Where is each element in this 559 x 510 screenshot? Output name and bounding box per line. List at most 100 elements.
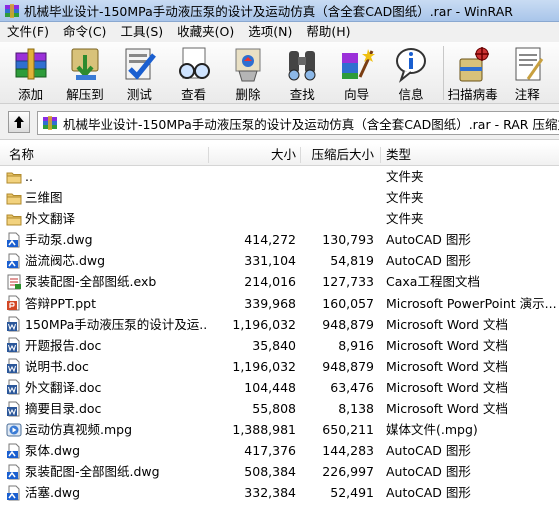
menu-favorites[interactable]: 收藏夹(O) — [170, 22, 241, 42]
find-button[interactable]: 查找 — [280, 42, 325, 103]
dwg-file-icon — [7, 464, 20, 480]
file-name-cell[interactable]: 泵装配图-全部图纸.dwg — [6, 461, 206, 482]
file-packed-size: 52,491 — [330, 485, 374, 501]
menu-help[interactable]: 帮助(H) — [299, 22, 357, 42]
column-header-size[interactable]: 大小 — [210, 144, 296, 166]
wizard-button[interactable]: 向导 — [334, 42, 379, 103]
file-size: 1,196,032 — [232, 316, 296, 332]
find-button-label: 查找 — [289, 87, 315, 102]
file-name-cell[interactable]: 泵体.dwg — [6, 440, 206, 461]
virus-button-label: 扫描病毒 — [447, 87, 498, 102]
file-packed-size: 8,138 — [338, 401, 374, 417]
column-header-name[interactable]: 名称 — [9, 144, 34, 166]
file-row[interactable]: 活塞.dwg 332,384 52,491 AutoCAD 图形 — [0, 482, 559, 503]
file-row[interactable]: .. 文件夹 — [0, 166, 559, 187]
file-name: 三维图 — [25, 190, 63, 206]
dwg-file-icon — [7, 253, 20, 269]
extract-button[interactable]: 解压到 — [62, 42, 107, 103]
file-row[interactable]: 外文翻译.doc 104,448 63,476 Microsoft Word 文档 — [0, 377, 559, 398]
view-button-label: 查看 — [181, 87, 207, 102]
file-row[interactable]: 泵装配图-全部图纸.exb 214,016 127,733 Caxa工程图文档 — [0, 271, 559, 292]
file-type: 文件夹 — [386, 190, 424, 206]
file-size: 35,840 — [252, 337, 296, 353]
file-type: 媒体文件(.mpg) — [386, 422, 478, 438]
file-name-cell[interactable]: 活塞.dwg — [6, 482, 206, 503]
file-size: 1,196,032 — [232, 358, 296, 374]
winrar-app-icon[interactable] — [4, 3, 20, 19]
column-divider[interactable] — [380, 147, 381, 163]
view-button[interactable]: 查看 — [171, 42, 216, 103]
file-name-cell[interactable]: 手动泵.dwg — [6, 229, 206, 250]
folder-file-icon — [6, 172, 22, 183]
file-name-cell[interactable]: 开题报告.doc — [6, 335, 206, 356]
file-row[interactable]: 150MPa手动液压泵的设计及运... 1,196,032 948,879 Micro… — [0, 314, 559, 335]
file-packed-size: 63,476 — [330, 379, 374, 395]
add-button[interactable]: 添加 — [8, 42, 53, 103]
file-packed-size: 8,916 — [338, 337, 374, 353]
file-name: 泵装配图-全部图纸.dwg — [25, 464, 160, 480]
file-name-cell[interactable]: 泵装配图-全部图纸.exb — [6, 271, 206, 292]
file-size: 214,016 — [244, 274, 296, 290]
up-arrow-icon — [14, 115, 24, 128]
file-row[interactable]: 开题报告.doc 35,840 8,916 Microsoft Word 文档 — [0, 335, 559, 356]
file-row[interactable]: 说明书.doc 1,196,032 948,879 Microsoft Word 文档 — [0, 356, 559, 377]
file-type: AutoCAD 图形 — [386, 232, 471, 248]
title-bar: 机械毕业设计-150MPa手动液压泵的设计及运动仿真（含全套CAD图纸）.rar… — [0, 0, 559, 22]
up-one-level-button[interactable] — [8, 110, 30, 133]
comment-button[interactable]: 注释 — [505, 42, 550, 103]
file-size: 1,388,981 — [232, 422, 296, 438]
file-name: 溢流阀芯.dwg — [25, 253, 106, 269]
file-row[interactable]: 答辩PPT.ppt 339,968 160,057 Microsoft PowerPo… — [0, 293, 559, 314]
file-name: 开题报告.doc — [25, 337, 102, 353]
test-button[interactable]: 测试 — [117, 42, 162, 103]
file-name-cell[interactable]: 外文翻译 — [6, 208, 206, 229]
menu-commands[interactable]: 命令(C) — [56, 22, 113, 42]
file-type: Caxa工程图文档 — [386, 274, 480, 290]
file-name-cell[interactable]: 答辩PPT.ppt — [6, 293, 206, 314]
file-type: 文件夹 — [386, 169, 424, 184]
file-row[interactable]: 泵装配图-全部图纸.dwg 508,384 226,997 AutoCAD 图形 — [0, 461, 559, 482]
file-name-cell[interactable]: 外文翻译.doc — [6, 377, 206, 398]
menu-tools[interactable]: 工具(S) — [113, 22, 170, 42]
menu-file[interactable]: 文件(F) — [0, 22, 56, 42]
file-size: 55,808 — [252, 401, 296, 417]
file-row[interactable]: 三维图 文件夹 — [0, 187, 559, 208]
file-type: AutoCAD 图形 — [386, 443, 471, 459]
file-row[interactable]: 摘要目录.doc 55,808 8,138 Microsoft Word 文档 — [0, 398, 559, 419]
file-type: Microsoft PowerPoint 演示... — [386, 295, 557, 311]
column-header-type[interactable]: 类型 — [386, 144, 411, 166]
file-name: 摘要目录.doc — [25, 401, 102, 417]
file-packed-size: 130,793 — [322, 232, 374, 248]
file-name-cell[interactable]: 150MPa手动液压泵的设计及运... — [6, 314, 206, 335]
file-row[interactable]: 外文翻译 文件夹 — [0, 208, 559, 229]
folder-file-icon — [6, 193, 22, 205]
file-name-cell[interactable]: 三维图 — [6, 187, 206, 208]
info-button-label: 信息 — [398, 87, 424, 102]
virus-button[interactable]: 扫描病毒 — [447, 42, 498, 103]
file-row[interactable]: 泵体.dwg 417,376 144,283 AutoCAD 图形 — [0, 440, 559, 461]
file-type: Microsoft Word 文档 — [386, 337, 508, 353]
menu-options[interactable]: 选项(N) — [241, 22, 299, 42]
doc-file-icon — [7, 316, 20, 332]
column-header-packed[interactable]: 压缩后大小 — [300, 144, 374, 166]
rar-archive-icon — [43, 116, 57, 130]
column-divider[interactable] — [208, 147, 209, 163]
menu-bar: 文件(F) 命令(C) 工具(S) 收藏夹(O) 选项(N) 帮助(H) — [0, 22, 559, 42]
file-row[interactable]: 运动仿真视频.mpg 1,388,981 650,211 媒体文件(.mpg) — [0, 419, 559, 440]
file-name-cell[interactable]: 溢流阀芯.dwg — [6, 250, 206, 271]
file-name-cell[interactable]: 摘要目录.doc — [6, 398, 206, 419]
file-type: AutoCAD 图形 — [386, 253, 471, 269]
file-name-cell[interactable]: .. — [6, 166, 206, 187]
info-button[interactable]: 信息 — [388, 42, 433, 103]
file-packed-size: 650,211 — [322, 422, 374, 438]
mpg-file-icon — [6, 423, 22, 437]
delete-button[interactable]: 删除 — [225, 42, 270, 103]
doc-file-icon — [7, 358, 20, 374]
file-name-cell[interactable]: 说明书.doc — [6, 356, 206, 377]
file-row[interactable]: 手动泵.dwg 414,272 130,793 AutoCAD 图形 — [0, 229, 559, 250]
archive-path-field[interactable]: 机械毕业设计-150MPa手动液压泵的设计及运动仿真（含全套CAD图纸）.rar… — [37, 111, 559, 135]
file-row[interactable]: 溢流阀芯.dwg 331,104 54,819 AutoCAD 图形 — [0, 250, 559, 271]
file-name-cell[interactable]: 运动仿真视频.mpg — [6, 419, 206, 440]
extract-icon — [71, 48, 99, 80]
file-packed-size: 226,997 — [322, 464, 374, 480]
